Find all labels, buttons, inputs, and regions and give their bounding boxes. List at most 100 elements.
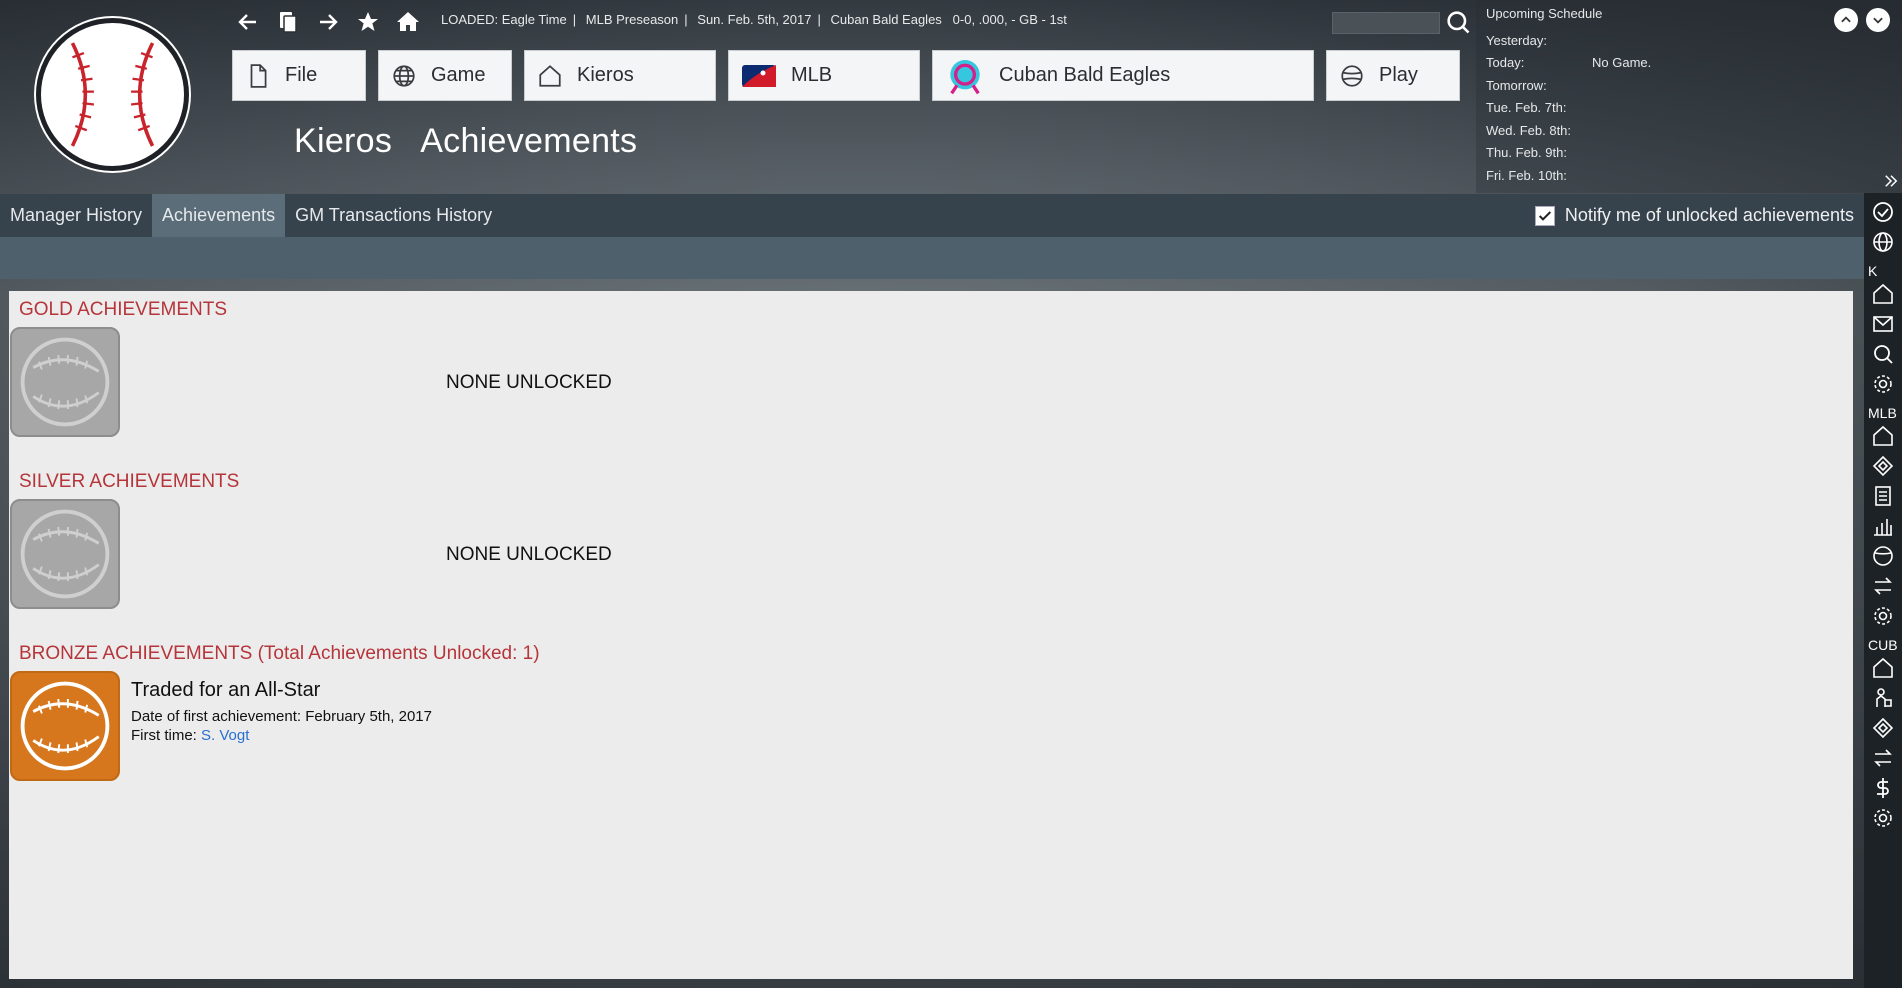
check-circle-icon[interactable] [1864,197,1902,227]
file-button-label: File [285,64,318,86]
tab-manager-history[interactable]: Manager History [0,194,152,237]
tab-gm-transactions-history[interactable]: GM Transactions History [285,194,502,237]
home-icon[interactable] [1864,653,1902,683]
transfer-arrows-icon[interactable] [1864,743,1902,773]
schedule-row: Wed. Feb. 8th: [1486,119,1892,142]
game-button[interactable]: Game [378,50,512,101]
header: LOADED: Eagle Time | MLB Preseason | Sun. … [0,0,1902,193]
loaded-label: LOADED: [441,12,499,27]
tab-achievements[interactable]: Achievements [152,194,286,237]
search-icon[interactable] [1864,339,1902,369]
file-button[interactable]: File [232,50,366,101]
mlb-button[interactable]: MLB [728,50,920,101]
right-sidebar: K MLB CUB [1864,193,1902,988]
play-button-label: Play [1379,64,1418,86]
gear-icon[interactable] [1864,369,1902,399]
achievement-first-label: First time: [131,727,197,744]
app-logo-baseball-icon[interactable] [36,18,189,171]
schedule-down-chevron-icon[interactable] [1866,8,1890,32]
schedule-value: No Game. [1592,55,1652,71]
achievement-player-link[interactable]: S. Vogt [201,727,249,744]
bronze-badge-baseball-icon [10,671,120,781]
silver-section-title: SILVER ACHIEVEMENTS [19,471,240,492]
achievement-date-label: Date of first achievement: [131,708,302,725]
globe-icon[interactable] [1864,227,1902,257]
gear-icon[interactable] [1864,803,1902,833]
gold-none-unlocked: NONE UNLOCKED [446,372,612,393]
schedule-row: Today: No Game. [1486,52,1892,75]
gold-badge-baseball-icon [10,327,120,437]
schedule-day: Tue. Feb. 7th: [1486,100,1567,116]
schedule-row: Yesterday: [1486,29,1892,52]
forward-arrow-icon[interactable] [314,8,342,36]
tab-bar: Manager History Achievements GM Transact… [0,194,1864,237]
game-button-label: Game [431,64,486,86]
schedule-day: Thu. Feb. 9th: [1486,145,1567,161]
team-name[interactable]: Cuban Bald Eagles [831,12,942,27]
search-input[interactable] [1332,12,1440,34]
team-logo-icon [950,59,980,94]
sidebar-group-k: K [1868,263,1878,279]
transfer-arrows-icon[interactable] [1864,571,1902,601]
list-document-icon[interactable] [1864,481,1902,511]
schedule-row: Fri. Feb. 10th: [1486,164,1892,187]
schedule-up-chevron-icon[interactable] [1834,8,1858,32]
top-nav [234,6,422,38]
achievements-panel: GOLD ACHIEVEMENTS NONE UNLOCKED SILVER A… [9,291,1853,979]
bar-chart-icon[interactable] [1864,511,1902,541]
gear-icon[interactable] [1864,601,1902,631]
baseball-icon [1341,64,1363,87]
diamond-field-icon[interactable] [1864,451,1902,481]
mlb-button-label: MLB [791,64,833,86]
notify-checkbox[interactable] [1534,205,1555,226]
mlb-logo-icon [742,64,776,87]
baseball-icon[interactable] [1864,541,1902,571]
silver-none-unlocked: NONE UNLOCKED [446,544,612,565]
schedule-row: Tomorrow: [1486,74,1892,97]
diamond-field-icon[interactable] [1864,713,1902,743]
home-icon [539,64,561,87]
file-icon [250,63,267,88]
schedule-day: Today: [1486,55,1525,71]
team-button-label: Cuban Bald Eagles [999,64,1171,86]
notify-option: Notify me of unlocked achievements [1534,194,1854,237]
page-title-name: Kieros [294,122,393,160]
page-title-section: Achievements [420,122,638,160]
team-button[interactable]: Cuban Bald Eagles [932,50,1314,101]
home-icon[interactable] [1864,421,1902,451]
sidebar-group-mlb: MLB [1868,405,1897,421]
dollar-icon[interactable] [1864,773,1902,803]
notify-label: Notify me of unlocked achievements [1564,205,1854,225]
schedule-day: Tomorrow: [1486,77,1547,93]
page-title: Kieros Achievements [294,122,637,161]
achievement-first-line: First time: S. Vogt [131,727,249,744]
copy-pages-icon[interactable] [274,8,302,36]
schedule-row: Tue. Feb. 7th: [1486,97,1892,120]
checkmark-icon [1538,210,1551,221]
sub-toolbar [0,237,1864,279]
home-icon[interactable] [1864,279,1902,309]
star-icon[interactable] [354,8,382,36]
achievement-name: Traded for an All-Star [131,679,321,701]
expand-double-chevron-icon[interactable] [1882,172,1900,190]
coach-person-icon[interactable] [1864,683,1902,713]
bronze-section-title: BRONZE ACHIEVEMENTS (Total Achievements … [19,643,540,664]
home-icon[interactable] [394,8,422,36]
status-line: LOADED: Eagle Time | MLB Preseason | Sun. … [441,12,1067,27]
team-record: 0-0, .000, - GB - 1st [952,12,1067,27]
search-icon[interactable] [1444,8,1472,36]
schedule-title: Upcoming Schedule [1486,6,1603,21]
back-arrow-icon[interactable] [234,8,262,36]
sidebar-group-cub: CUB [1868,637,1898,653]
schedule-day: Yesterday: [1486,32,1547,48]
achievement-date-line: Date of first achievement: February 5th,… [131,708,432,725]
main-buttons: File Game Kieros MLB Cuban Bald Eagles P… [232,50,1460,101]
schedule-day: Wed. Feb. 8th: [1486,122,1572,138]
season-phase: MLB Preseason [585,12,679,27]
achievement-date: February 5th, 2017 [305,708,432,725]
kieros-button[interactable]: Kieros [524,50,716,101]
play-button[interactable]: Play [1326,50,1460,101]
current-date: Sun. Feb. 5th, 2017 [697,12,812,27]
mail-icon[interactable] [1864,309,1902,339]
kieros-button-label: Kieros [577,64,634,86]
